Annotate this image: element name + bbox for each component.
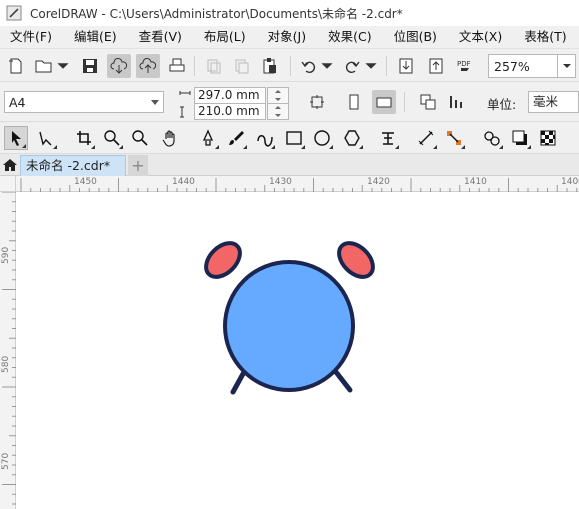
crop-tool-icon[interactable] [72, 126, 96, 150]
menu-file[interactable]: 文件(F) [0, 26, 63, 48]
ruler-label: 1410 [464, 177, 487, 187]
print-icon[interactable] [165, 54, 189, 78]
toolbox [0, 122, 579, 154]
pick-tool-icon[interactable] [4, 126, 28, 150]
ruler-origin-corner[interactable] [0, 176, 16, 192]
pan-tool-icon[interactable] [158, 126, 182, 150]
clock-left-bell[interactable] [200, 237, 247, 284]
coreldraw-app-icon [6, 5, 22, 21]
clock-body[interactable] [223, 260, 355, 392]
clock-right-leg[interactable] [333, 369, 353, 393]
ruler-label: 1420 [367, 177, 390, 187]
menu-text[interactable]: 文本(X) [448, 26, 513, 48]
clock-left-leg[interactable] [230, 369, 247, 395]
vertical-ruler[interactable]: 590 580 570 [0, 192, 16, 509]
menu-effects[interactable]: 效果(C) [317, 26, 382, 48]
transparency-tool-icon[interactable] [536, 126, 560, 150]
polygon-tool-icon[interactable] [340, 126, 364, 150]
open-dropdown-icon[interactable] [56, 54, 70, 78]
redo-dropdown-icon[interactable] [364, 54, 378, 78]
undo-dropdown-icon[interactable] [320, 54, 334, 78]
cloud-download-icon[interactable] [107, 54, 131, 78]
menu-layout[interactable]: 布局(L) [193, 26, 257, 48]
redo-icon[interactable] [340, 54, 364, 78]
cut-icon[interactable] [202, 54, 226, 78]
menu-object[interactable]: 对象(J) [257, 26, 317, 48]
chevron-down-icon [151, 100, 159, 105]
save-icon[interactable] [78, 54, 102, 78]
toolbar-separator [290, 56, 291, 76]
connector-tool-icon[interactable] [442, 126, 466, 150]
window-title: CorelDRAW - C:\Users\Administrator\Docum… [30, 6, 403, 21]
units-label: 单位: [487, 97, 517, 112]
open-folder-icon[interactable] [32, 54, 56, 78]
freehand-tool-icon[interactable] [196, 126, 220, 150]
all-pages-layout-icon[interactable] [416, 90, 440, 114]
current-page-layout-icon[interactable] [445, 90, 469, 114]
dimension-tool-icon[interactable] [414, 126, 438, 150]
menu-edit[interactable]: 编辑(E) [63, 26, 128, 48]
toolbar-separator [386, 56, 387, 76]
paste-icon[interactable] [258, 54, 282, 78]
toolbar-separator [194, 56, 195, 76]
standard-toolbar: PDF 257% [0, 48, 579, 82]
property-bar: A4 297.0 mm 210.0 mm 单位: 毫米 [0, 82, 579, 122]
ruler-label: 1400 [561, 177, 579, 187]
alarm-clock-drawing[interactable] [16, 192, 579, 509]
page-size-select[interactable]: A4 [4, 91, 164, 113]
new-document-icon[interactable] [4, 54, 28, 78]
page-size-value: A4 [9, 94, 26, 110]
pdf-icon[interactable]: PDF [453, 54, 477, 78]
clock-right-bell[interactable] [333, 237, 380, 284]
menu-bar: 文件(F) 编辑(E) 查看(V) 布局(L) 对象(J) 效果(C) 位图(B… [0, 26, 579, 48]
portrait-icon[interactable] [342, 90, 366, 114]
zoom-tool-icon[interactable] [100, 126, 124, 150]
pan-zoom-tool-icon[interactable] [128, 126, 152, 150]
title-bar: CorelDRAW - C:\Users\Administrator\Docum… [0, 0, 579, 26]
curve-tool-icon[interactable] [252, 126, 276, 150]
ellipse-tool-icon[interactable] [310, 126, 334, 150]
ruler-label: 590 [1, 246, 11, 264]
undo-icon[interactable] [297, 54, 321, 78]
all-pages-icon[interactable] [305, 90, 329, 114]
home-icon[interactable] [0, 154, 20, 176]
menu-table[interactable]: 表格(T) [513, 26, 577, 48]
zoom-level-field[interactable]: 257% [488, 54, 558, 78]
cloud-upload-icon[interactable] [136, 54, 160, 78]
add-tab-button[interactable]: + [128, 155, 148, 176]
svg-text:PDF: PDF [457, 60, 471, 68]
drop-shadow-tool-icon[interactable] [508, 126, 532, 150]
blend-tool-icon[interactable] [480, 126, 504, 150]
page-height-field[interactable]: 210.0 mm [194, 103, 266, 120]
ruler-label: 1430 [269, 177, 292, 187]
export-icon[interactable] [424, 54, 448, 78]
menu-view[interactable]: 查看(V) [128, 26, 193, 48]
page-height-stepper[interactable] [267, 103, 289, 120]
tab-document[interactable]: 未命名 -2.cdr* [20, 155, 126, 176]
document-tab-bar: 未命名 -2.cdr* + [0, 154, 579, 176]
drawing-canvas[interactable] [16, 192, 579, 509]
ruler-label: 570 [1, 452, 11, 470]
page-height-icon [178, 105, 192, 119]
toolbar-separator [404, 92, 405, 112]
ruler-label: 1440 [172, 177, 195, 187]
landscape-icon[interactable] [372, 90, 396, 114]
page-width-field[interactable]: 297.0 mm [194, 87, 266, 104]
horizontal-ruler[interactable]: 1450 1440 1430 1420 1410 1400 [16, 176, 579, 192]
page-width-icon [178, 89, 192, 103]
rectangle-tool-icon[interactable] [282, 126, 306, 150]
ruler-label: 1450 [74, 177, 97, 187]
menu-bitmaps[interactable]: 位图(B) [383, 26, 448, 48]
copy-icon[interactable] [230, 54, 254, 78]
units-select[interactable]: 毫米 [528, 91, 579, 113]
page-width-stepper[interactable] [267, 87, 289, 104]
shape-tool-icon[interactable] [34, 126, 58, 150]
ruler-label: 580 [1, 355, 11, 373]
text-tool-icon[interactable] [376, 126, 400, 150]
zoom-dropdown-icon[interactable] [558, 54, 576, 78]
artistic-media-tool-icon[interactable] [224, 126, 248, 150]
import-icon[interactable] [394, 54, 418, 78]
